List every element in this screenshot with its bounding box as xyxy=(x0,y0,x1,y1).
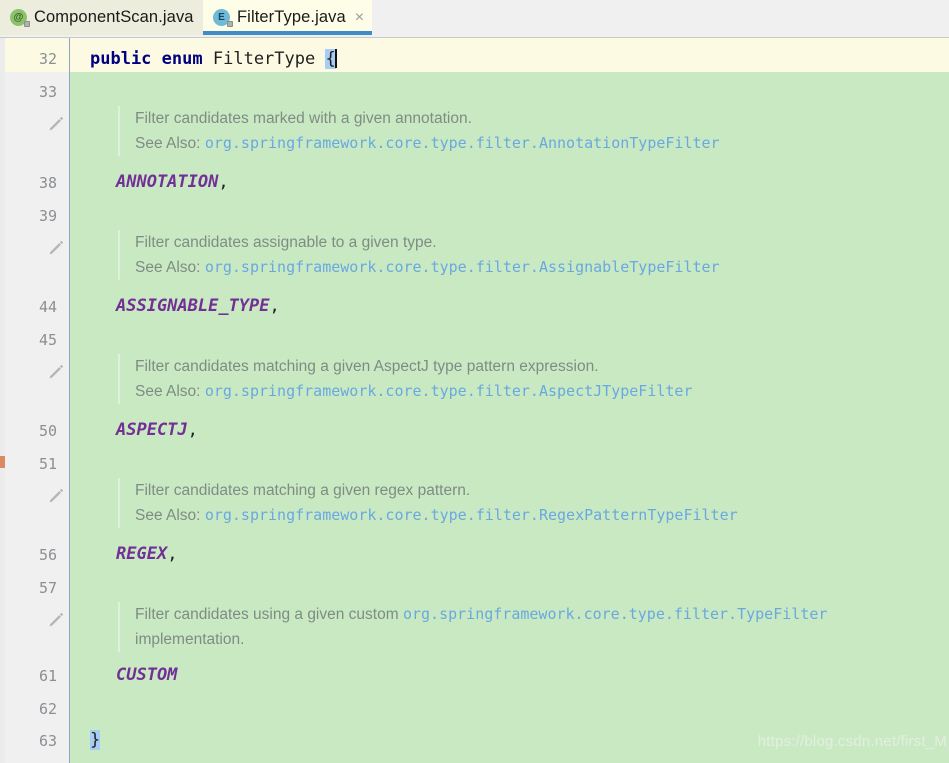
close-brace: } xyxy=(90,730,101,750)
see-also-label: See Also: xyxy=(135,383,201,400)
enum-constant: REGEX xyxy=(116,544,168,564)
text-caret xyxy=(334,49,337,68)
doc-see-also: See Also: org.springframework.core.type.… xyxy=(135,131,720,156)
tab-label: ComponentScan.java xyxy=(34,8,194,26)
see-also-link[interactable]: org.springframework.core.type.filter.Reg… xyxy=(205,506,738,524)
comma: , xyxy=(218,172,229,192)
doc-description: Filter candidates matching a given Aspec… xyxy=(135,358,599,375)
enum-close-line: } xyxy=(90,730,101,750)
line-number: 39 xyxy=(38,207,57,225)
doc-comment-block: Filter candidates matching a given Aspec… xyxy=(118,354,692,404)
line-number: 44 xyxy=(38,298,57,316)
doc-text-before: Filter candidates using a given custom xyxy=(135,606,403,623)
enum-constant: ANNOTATION xyxy=(116,172,219,192)
line-number: 33 xyxy=(38,83,57,101)
enum-constant-line: CUSTOM xyxy=(116,666,177,684)
comma: , xyxy=(269,296,280,316)
annotation-icon-glyph: @ xyxy=(13,12,24,23)
line-number: 61 xyxy=(38,667,57,685)
tab-filtertype-java[interactable]: E FilterType.java × xyxy=(203,0,373,35)
annotation-icon: @ xyxy=(10,9,30,27)
enum-icon-glyph: E xyxy=(218,12,225,23)
line-number: 56 xyxy=(38,546,57,564)
doc-description: Filter candidates matching a given regex… xyxy=(135,482,471,499)
see-also-link[interactable]: org.springframework.core.type.filter.Ann… xyxy=(205,134,720,152)
doc-see-also: See Also: org.springframework.core.type.… xyxy=(135,503,738,528)
line-number: 62 xyxy=(38,700,57,718)
see-also-label: See Also: xyxy=(135,135,201,152)
see-also-link[interactable]: org.springframework.core.type.filter.Asp… xyxy=(205,382,693,400)
line-number: 51 xyxy=(38,455,57,473)
enum-constant-line: ANNOTATION, xyxy=(116,173,229,191)
enum-constant: ASPECTJ xyxy=(116,420,188,440)
doc-description: Filter candidates marked with a given an… xyxy=(135,110,472,127)
code-surface[interactable]: public enum FilterType { Filter candidat… xyxy=(70,38,949,763)
type-name: FilterType xyxy=(212,49,316,69)
enum-constant-line: ASSIGNABLE_TYPE, xyxy=(116,297,280,315)
lock-overlay-icon xyxy=(24,21,30,27)
code-editor-window: @ ComponentScan.java × E FilterType.java… xyxy=(0,0,949,763)
gutter-caret-line-highlight xyxy=(5,38,69,72)
comma: , xyxy=(167,544,178,564)
doc-description: Filter candidates using a given custom o… xyxy=(135,602,827,627)
line-number: 57 xyxy=(38,579,57,597)
doc-comment-block: Filter candidates marked with a given an… xyxy=(118,106,720,156)
doc-comment-block: Filter candidates using a given custom o… xyxy=(118,602,827,652)
enum-constant-line: REGEX, xyxy=(116,545,177,563)
editor-area: 32 33 38 39 44 45 50 51 56 57 61 62 63 p… xyxy=(0,38,949,763)
doc-description-cont: implementation. xyxy=(135,631,245,648)
see-also-label: See Also: xyxy=(135,259,201,276)
pencil-icon[interactable] xyxy=(47,487,65,505)
pencil-icon[interactable] xyxy=(47,363,65,381)
doc-comment-block: Filter candidates assignable to a given … xyxy=(118,230,720,280)
see-also-link[interactable]: org.springframework.core.type.filter.Ass… xyxy=(205,258,720,276)
enum-constant: CUSTOM xyxy=(116,665,178,685)
editor-tab-bar: @ ComponentScan.java × E FilterType.java… xyxy=(0,0,949,38)
enum-constant-line: ASPECTJ, xyxy=(116,421,198,439)
line-number: 45 xyxy=(38,331,57,349)
doc-comment-block: Filter candidates matching a given regex… xyxy=(118,478,738,528)
line-number-gutter: 32 33 38 39 44 45 50 51 56 57 61 62 63 xyxy=(5,38,69,763)
enum-icon: E xyxy=(213,9,233,27)
pencil-icon[interactable] xyxy=(47,115,65,133)
inline-type-link[interactable]: org.springframework.core.type.filter.Typ… xyxy=(403,605,827,623)
tab-componentscan-java[interactable]: @ ComponentScan.java × xyxy=(0,0,220,35)
tab-label: FilterType.java xyxy=(237,8,346,26)
lock-overlay-icon xyxy=(227,21,233,27)
doc-description: Filter candidates assignable to a given … xyxy=(135,234,437,251)
see-also-label: See Also: xyxy=(135,507,201,524)
comma: , xyxy=(187,420,198,440)
keyword-enum: enum xyxy=(161,49,203,69)
line-number: 32 xyxy=(38,50,57,68)
watermark: https://blog.csdn.net/first_M xyxy=(757,733,947,750)
active-tab-indicator xyxy=(203,31,373,35)
close-icon[interactable]: × xyxy=(355,9,364,26)
doc-see-also: See Also: org.springframework.core.type.… xyxy=(135,379,692,404)
pencil-icon[interactable] xyxy=(47,239,65,257)
pencil-icon[interactable] xyxy=(47,611,65,629)
line-number: 63 xyxy=(38,732,57,750)
enum-constant: ASSIGNABLE_TYPE xyxy=(116,296,270,316)
enum-declaration-line: public enum FilterType { xyxy=(90,49,337,69)
line-number: 50 xyxy=(38,422,57,440)
doc-see-also: See Also: org.springframework.core.type.… xyxy=(135,255,720,280)
line-number: 38 xyxy=(38,174,57,192)
keyword-public: public xyxy=(90,49,152,69)
